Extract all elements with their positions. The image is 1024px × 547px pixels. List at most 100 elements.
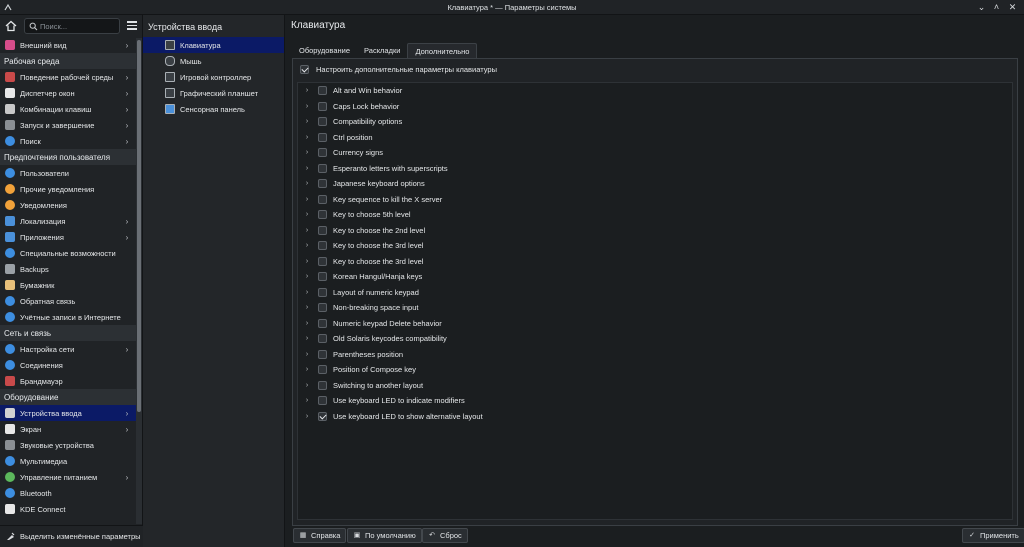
option-group-checkbox[interactable]: [318, 179, 327, 189]
option-group-checkbox[interactable]: [318, 194, 327, 204]
sidebar-item[interactable]: Диспетчер окон ›: [0, 85, 136, 101]
option-group-checkbox[interactable]: [318, 349, 327, 359]
highlight-changed-settings-button[interactable]: Выделить изменённые параметры: [0, 525, 143, 547]
option-group-checkbox[interactable]: [318, 117, 327, 127]
sidebar-item[interactable]: Bluetooth: [0, 485, 136, 501]
sidebar-item[interactable]: Backups: [0, 261, 136, 277]
option-group-row[interactable]: › Alt and Win behavior: [298, 83, 1012, 99]
sidebar-item[interactable]: Прочие уведомления: [0, 181, 136, 197]
sidebar-item[interactable]: Экран ›: [0, 421, 136, 437]
sidebar-scrollbar[interactable]: [136, 38, 142, 524]
option-group-row[interactable]: › Numeric keypad Delete behavior: [298, 316, 1012, 332]
option-group-checkbox[interactable]: [318, 272, 327, 282]
expand-chevron-icon[interactable]: ›: [301, 242, 313, 249]
option-group-row[interactable]: › Old Solaris keycodes compatibility: [298, 331, 1012, 347]
expand-chevron-icon[interactable]: ›: [301, 87, 313, 94]
option-group-row[interactable]: › Use keyboard LED to indicate modifiers: [298, 393, 1012, 409]
tab[interactable]: Раскладки: [357, 43, 407, 58]
sidebar-item[interactable]: KDE Connect: [0, 501, 136, 517]
option-group-checkbox[interactable]: [318, 210, 327, 220]
sidebar-item[interactable]: Специальные возможности: [0, 245, 136, 261]
sidebar-item[interactable]: Брандмауэр: [0, 373, 136, 389]
option-group-checkbox[interactable]: [318, 163, 327, 173]
expand-chevron-icon[interactable]: ›: [301, 227, 313, 234]
expand-chevron-icon[interactable]: ›: [301, 211, 313, 218]
subcategory-item[interactable]: Графический планшет: [143, 85, 284, 101]
sidebar-item[interactable]: Мультимедиа: [0, 453, 136, 469]
option-group-checkbox[interactable]: [318, 318, 327, 328]
option-group-checkbox[interactable]: [318, 101, 327, 111]
home-icon[interactable]: [5, 20, 17, 32]
expand-chevron-icon[interactable]: ›: [301, 103, 313, 110]
expand-chevron-icon[interactable]: ›: [301, 258, 313, 265]
option-group-checkbox[interactable]: [318, 287, 327, 297]
option-group-row[interactable]: › Compatibility options: [298, 114, 1012, 130]
subcategory-item[interactable]: Игровой контроллер: [143, 69, 284, 85]
option-group-row[interactable]: › Key to choose the 2nd level: [298, 223, 1012, 239]
option-group-row[interactable]: › Esperanto letters with superscripts: [298, 161, 1012, 177]
option-group-checkbox[interactable]: [318, 148, 327, 158]
help-button[interactable]: ▦ Справка: [293, 528, 347, 543]
option-group-checkbox[interactable]: [318, 380, 327, 390]
option-group-row[interactable]: › Key sequence to kill the X server: [298, 192, 1012, 208]
sidebar-item[interactable]: Поиск ›: [0, 133, 136, 149]
subcategory-item[interactable]: Клавиатура: [143, 37, 284, 53]
sidebar-item[interactable]: Локализация ›: [0, 213, 136, 229]
expand-chevron-icon[interactable]: ›: [301, 149, 313, 156]
option-group-row[interactable]: › Caps Lock behavior: [298, 99, 1012, 115]
configure-advanced-checkbox[interactable]: [300, 65, 309, 74]
option-group-checkbox[interactable]: [318, 256, 327, 266]
option-group-row[interactable]: › Key to choose the 3rd level: [298, 254, 1012, 270]
expand-chevron-icon[interactable]: ›: [301, 382, 313, 389]
expand-chevron-icon[interactable]: ›: [301, 413, 313, 420]
expand-chevron-icon[interactable]: ›: [301, 335, 313, 342]
expand-chevron-icon[interactable]: ›: [301, 366, 313, 373]
sidebar-item[interactable]: Обратная связь: [0, 293, 136, 309]
expand-chevron-icon[interactable]: ›: [301, 180, 313, 187]
option-group-row[interactable]: › Non-breaking space input: [298, 300, 1012, 316]
hamburger-menu-icon[interactable]: [127, 21, 137, 30]
option-group-checkbox[interactable]: [318, 132, 327, 142]
expand-chevron-icon[interactable]: ›: [301, 289, 313, 296]
subcategory-item[interactable]: Сенсорная панель: [143, 101, 284, 117]
reset-button[interactable]: ↶ Сброс: [422, 528, 468, 543]
scrollbar-thumb[interactable]: [137, 40, 141, 412]
option-group-checkbox[interactable]: [318, 411, 327, 421]
option-group-row[interactable]: › Korean Hangul/Hanja keys: [298, 269, 1012, 285]
defaults-button[interactable]: ▣ По умолчанию: [347, 528, 422, 543]
option-group-checkbox[interactable]: [318, 334, 327, 344]
option-group-row[interactable]: › Switching to another layout: [298, 378, 1012, 394]
sidebar-item[interactable]: Устройства ввода ›: [0, 405, 136, 421]
maximize-icon[interactable]: ˄: [991, 2, 1002, 13]
sidebar-item[interactable]: Уведомления: [0, 197, 136, 213]
option-group-row[interactable]: › Key to choose 5th level: [298, 207, 1012, 223]
tab[interactable]: Оборудование: [292, 43, 357, 58]
sidebar-item[interactable]: Учётные записи в Интернете: [0, 309, 136, 325]
configure-advanced-checkbox-row[interactable]: Настроить дополнительные параметры клави…: [300, 65, 497, 74]
close-icon[interactable]: ✕: [1007, 2, 1018, 13]
sidebar-item[interactable]: Настройка сети ›: [0, 341, 136, 357]
search-field[interactable]: [24, 18, 120, 34]
sidebar-item[interactable]: Приложения ›: [0, 229, 136, 245]
expand-chevron-icon[interactable]: ›: [301, 397, 313, 404]
apply-button[interactable]: ✓ Применить: [962, 528, 1024, 543]
option-group-row[interactable]: › Currency signs: [298, 145, 1012, 161]
sidebar-item[interactable]: Пользователи: [0, 165, 136, 181]
expand-chevron-icon[interactable]: ›: [301, 165, 313, 172]
expand-chevron-icon[interactable]: ›: [301, 196, 313, 203]
option-group-checkbox[interactable]: [318, 225, 327, 235]
option-group-row[interactable]: › Parentheses position: [298, 347, 1012, 363]
option-group-row[interactable]: › Japanese keyboard options: [298, 176, 1012, 192]
option-group-checkbox[interactable]: [318, 396, 327, 406]
tab[interactable]: Дополнительно: [407, 43, 478, 58]
option-group-checkbox[interactable]: [318, 365, 327, 375]
option-group-row[interactable]: › Ctrl position: [298, 130, 1012, 146]
minimize-icon[interactable]: ⌄: [976, 2, 987, 13]
sidebar-item[interactable]: Управление питанием ›: [0, 469, 136, 485]
expand-chevron-icon[interactable]: ›: [301, 304, 313, 311]
option-group-row[interactable]: › Use keyboard LED to show alternative la…: [298, 409, 1012, 425]
option-group-row[interactable]: › Position of Compose key: [298, 362, 1012, 378]
expand-chevron-icon[interactable]: ›: [301, 118, 313, 125]
expand-chevron-icon[interactable]: ›: [301, 273, 313, 280]
search-input[interactable]: [40, 20, 118, 32]
